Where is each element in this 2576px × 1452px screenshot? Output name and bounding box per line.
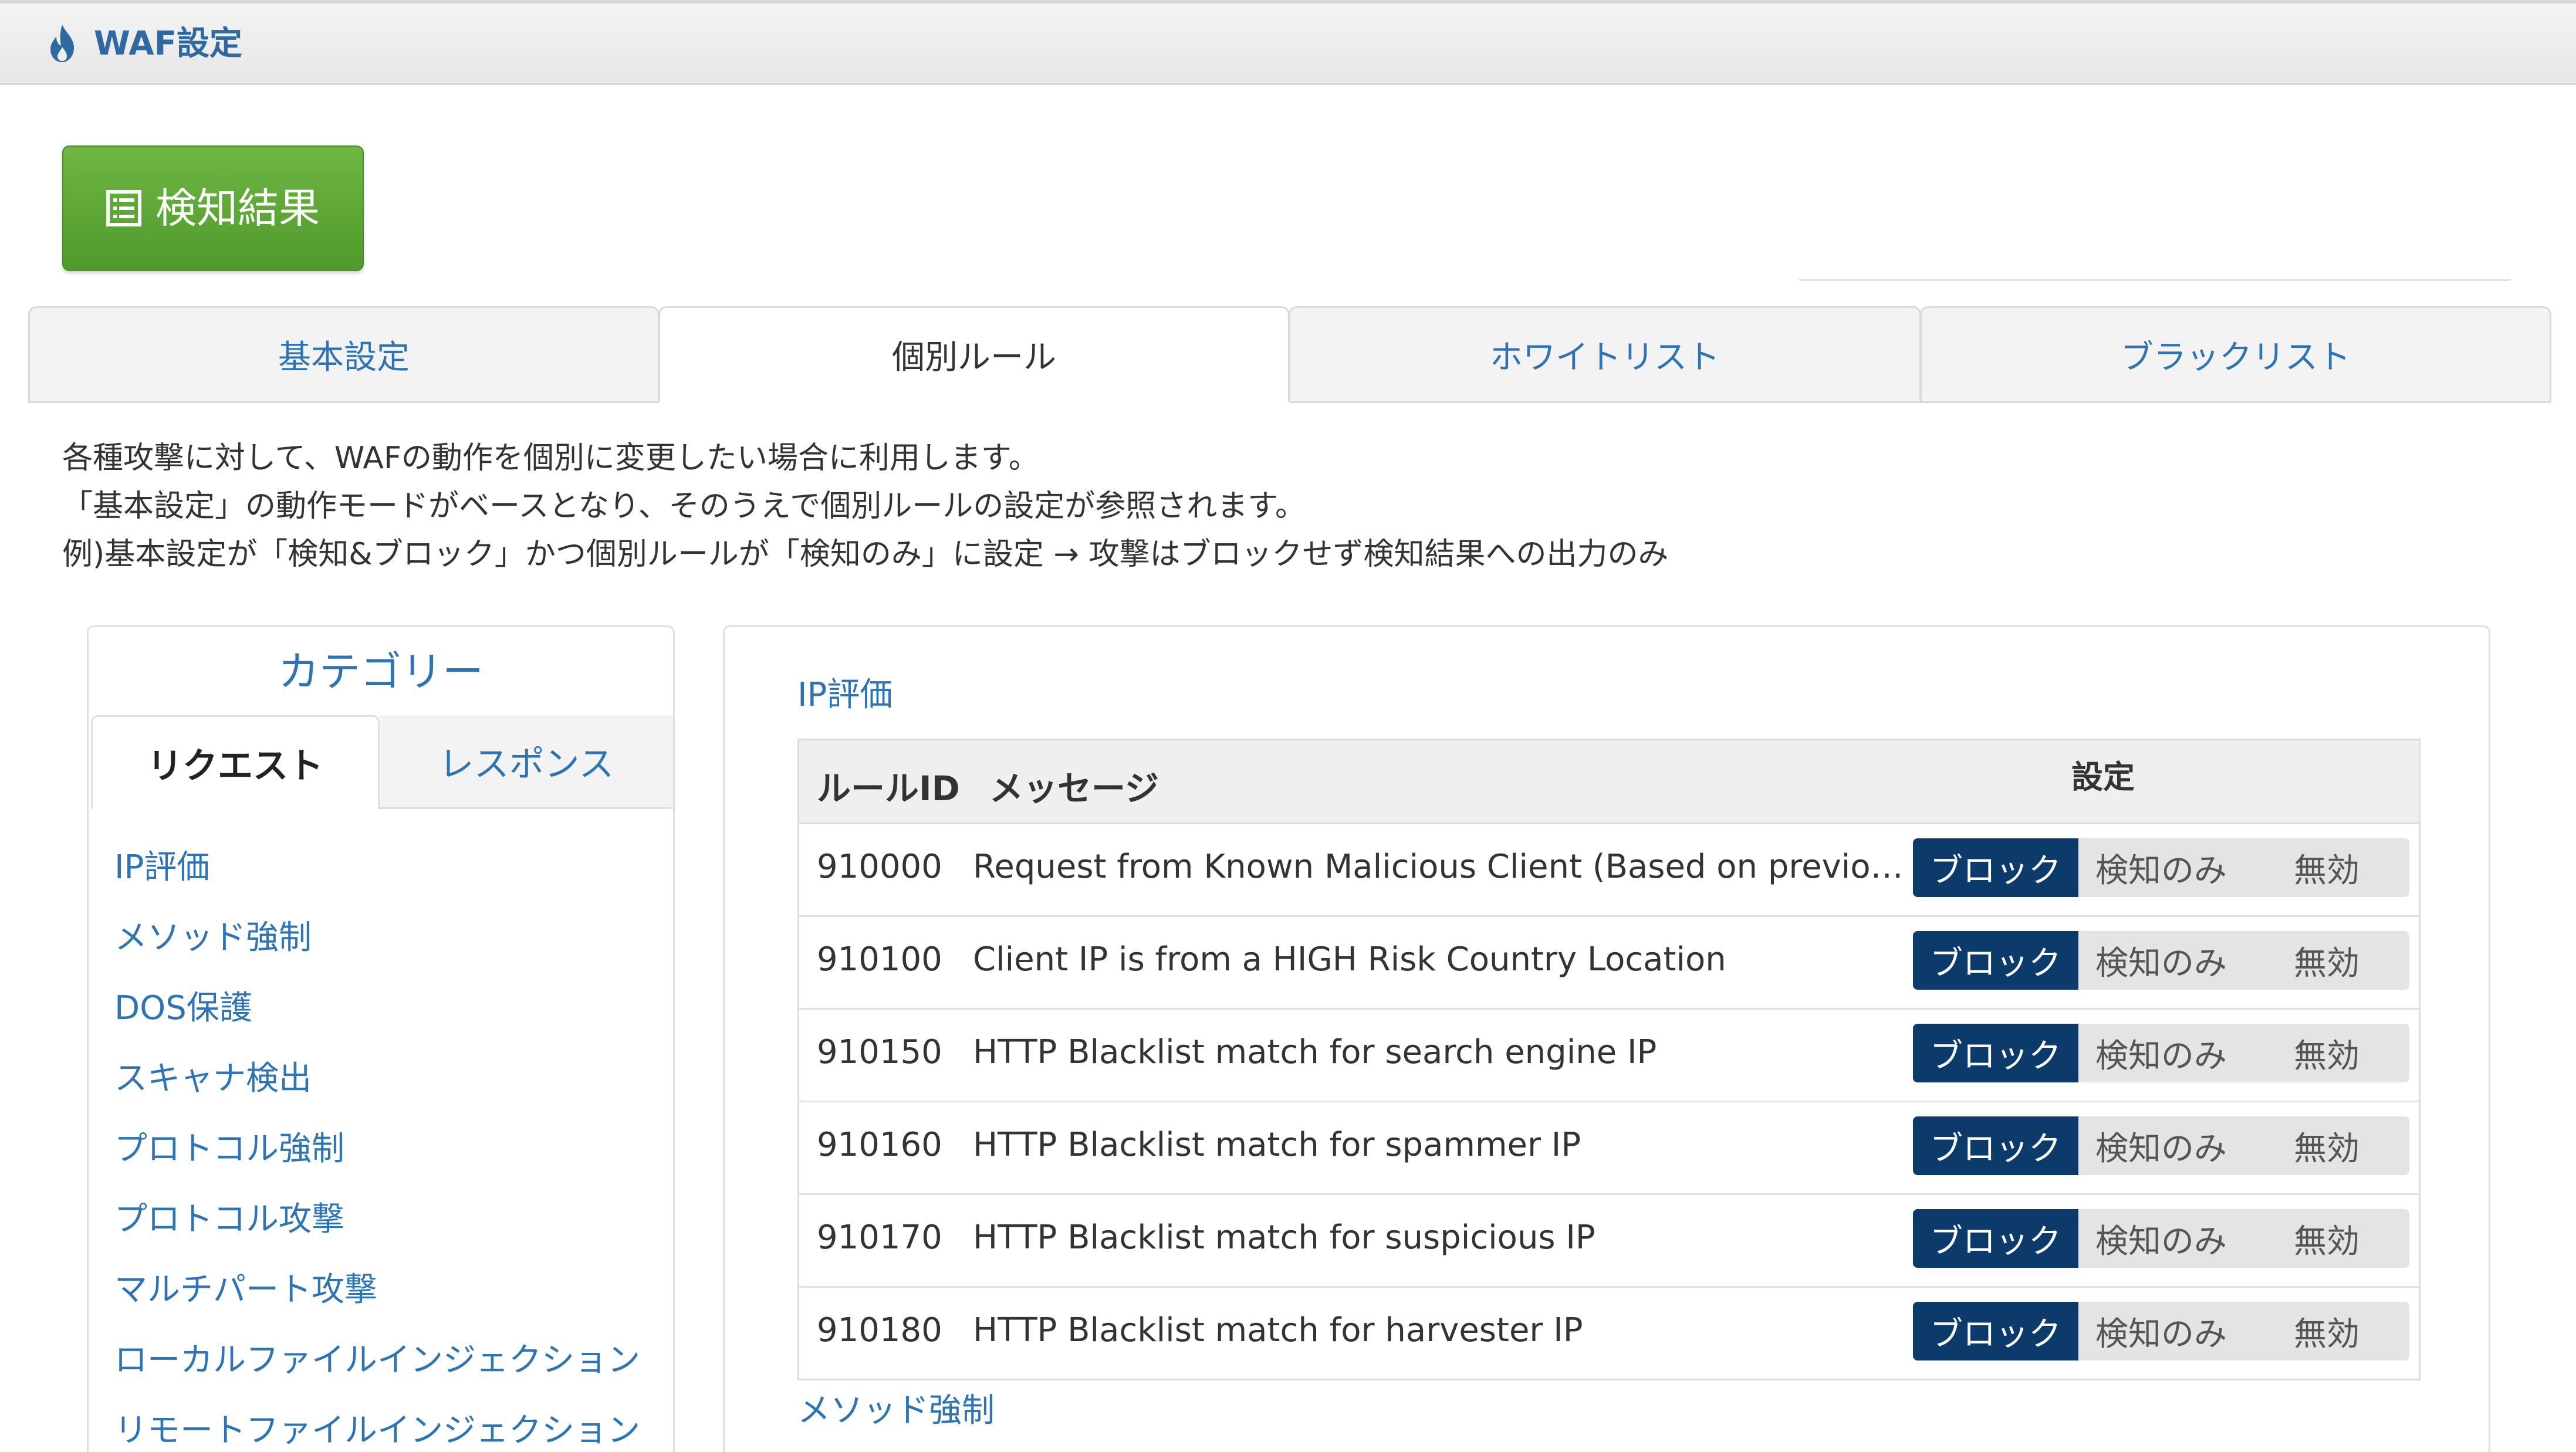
fire-icon — [50, 25, 74, 62]
category-item-remote-file-injection[interactable]: リモートファイルインジェクション — [114, 1396, 640, 1452]
disable-option[interactable]: 無効 — [2244, 1116, 2409, 1175]
rule-id: 910100 — [817, 940, 942, 979]
description-line: 例)基本設定が「検知&ブロック」かつ個別ルールが「検知のみ」に設定 → 攻撃はブ… — [62, 537, 1669, 572]
rule-table-header: ルールID メッセージ 設定 — [799, 740, 2419, 824]
disable-option[interactable]: 無効 — [2244, 931, 2409, 990]
table-row: 910180 HTTP Blacklist match for harveste… — [799, 1288, 2419, 1379]
subtab-request[interactable]: リクエスト — [91, 715, 380, 809]
table-row: 910000 Request from Known Malicious Clie… — [799, 824, 2419, 917]
category-item-scanner-detection[interactable]: スキャナ検出 — [114, 1044, 640, 1114]
subtab-response[interactable]: レスポンス — [380, 715, 673, 809]
action-selector: ブロック 検知のみ 無効 — [1913, 1302, 2409, 1360]
table-row: 910170 HTTP Blacklist match for suspicio… — [799, 1195, 2419, 1288]
block-option[interactable]: ブロック — [1913, 1024, 2078, 1082]
action-selector: ブロック 検知のみ 無効 — [1913, 1116, 2409, 1175]
document-list-icon — [106, 190, 141, 226]
rule-message: HTTP Blacklist match for harvester IP — [973, 1311, 1583, 1349]
category-item-dos-protection[interactable]: DOS保護 — [114, 973, 640, 1044]
disable-option[interactable]: 無効 — [2244, 1302, 2409, 1360]
table-row: 910100 Client IP is from a HIGH Risk Cou… — [799, 917, 2419, 1010]
column-header-rule-id: ルールID — [817, 769, 960, 808]
description-line: 「基本設定」の動作モードがベースとなり、そのうえで個別ルールの設定が参照されます… — [62, 489, 1306, 524]
rule-id: 910160 — [817, 1126, 942, 1164]
table-row: 910150 HTTP Blacklist match for search e… — [799, 1010, 2419, 1102]
rules-panel: IP評価 ルールID メッセージ 設定 910000 Request from … — [723, 625, 2490, 1452]
tab-baseline — [28, 401, 2551, 403]
description: 各種攻撃に対して、WAFの動作を個別に変更したい場合に利用します。 「基本設定」… — [62, 434, 1668, 578]
rule-message: HTTP Blacklist match for suspicious IP — [973, 1219, 1595, 1257]
rule-message: Request from Known Malicious Client (Bas… — [973, 848, 1918, 886]
detect-only-option[interactable]: 検知のみ — [2078, 1302, 2244, 1360]
category-item-method-enforcement[interactable]: メソッド強制 — [114, 903, 640, 973]
divider — [1799, 279, 2510, 281]
category-item-local-file-injection[interactable]: ローカルファイルインジェクション — [114, 1325, 640, 1396]
detect-only-option[interactable]: 検知のみ — [2078, 931, 2244, 990]
detection-result-button[interactable]: 検知結果 — [62, 145, 364, 271]
category-item-protocol-enforcement[interactable]: プロトコル強制 — [114, 1114, 640, 1184]
tab-blacklist[interactable]: ブラックリスト — [1920, 306, 2551, 403]
detect-only-option[interactable]: 検知のみ — [2078, 1209, 2244, 1268]
table-row: 910160 HTTP Blacklist match for spammer … — [799, 1102, 2419, 1195]
rule-message: HTTP Blacklist match for search engine I… — [973, 1033, 1657, 1071]
tab-whitelist[interactable]: ホワイトリスト — [1289, 306, 1921, 403]
page-title: WAF設定 — [94, 25, 242, 63]
rule-table: ルールID メッセージ 設定 910000 Request from Known… — [797, 739, 2421, 1380]
category-list: IP評価 メソッド強制 DOS保護 スキャナ検出 プロトコル強制 プロトコル攻撃… — [114, 832, 640, 1452]
rule-id: 910000 — [817, 848, 942, 886]
block-option[interactable]: ブロック — [1913, 1209, 2078, 1268]
waf-settings-page: WAF設定 検知結果 基本設定 個別ルール ホワイトリスト ブラックリスト 各種… — [0, 0, 2576, 1452]
disable-option[interactable]: 無効 — [2244, 838, 2409, 897]
category-item-ip-reputation[interactable]: IP評価 — [114, 832, 640, 903]
detection-result-label: 検知結果 — [155, 184, 320, 232]
block-option[interactable]: ブロック — [1913, 1302, 2078, 1360]
block-option[interactable]: ブロック — [1913, 931, 2078, 990]
rule-message: HTTP Blacklist match for spammer IP — [973, 1126, 1581, 1164]
block-option[interactable]: ブロック — [1913, 838, 2078, 897]
block-option[interactable]: ブロック — [1913, 1116, 2078, 1175]
rule-id: 910150 — [817, 1033, 942, 1071]
category-panel: カテゴリー リクエスト レスポンス IP評価 メソッド強制 DOS保護 スキャナ… — [87, 625, 675, 1452]
column-header-message: メッセージ — [989, 769, 1159, 808]
rule-message: Client IP is from a HIGH Risk Country Lo… — [973, 940, 1726, 979]
category-title: カテゴリー — [278, 648, 484, 696]
header-bar: WAF設定 — [0, 0, 2576, 85]
action-selector: ブロック 検知のみ 無効 — [1913, 838, 2409, 897]
description-line: 各種攻撃に対して、WAFの動作を個別に変更したい場合に利用します。 — [62, 441, 1039, 476]
tab-individual-rules[interactable]: 個別ルール — [658, 306, 1290, 403]
detect-only-option[interactable]: 検知のみ — [2078, 1116, 2244, 1175]
category-item-protocol-attack[interactable]: プロトコル攻撃 — [114, 1184, 640, 1255]
settings-tabs: 基本設定 個別ルール ホワイトリスト ブラックリスト — [28, 306, 2551, 403]
rule-id: 910180 — [817, 1311, 942, 1349]
action-selector: ブロック 検知のみ 無効 — [1913, 1024, 2409, 1082]
category-item-multipart-attack[interactable]: マルチパート攻撃 — [114, 1255, 640, 1325]
tab-basic-settings[interactable]: 基本設定 — [28, 306, 660, 403]
rule-id: 910170 — [817, 1219, 942, 1257]
detect-only-option[interactable]: 検知のみ — [2078, 1024, 2244, 1082]
action-selector: ブロック 検知のみ 無効 — [1913, 931, 2409, 990]
disable-option[interactable]: 無効 — [2244, 1209, 2409, 1268]
disable-option[interactable]: 無効 — [2244, 1024, 2409, 1082]
section-title-ip-reputation: IP評価 — [797, 676, 893, 714]
detect-only-option[interactable]: 検知のみ — [2078, 838, 2244, 897]
section-title-method-enforcement: メソッド強制 — [797, 1392, 995, 1430]
column-header-setting: 設定 — [2071, 759, 2135, 796]
action-selector: ブロック 検知のみ 無効 — [1913, 1209, 2409, 1268]
